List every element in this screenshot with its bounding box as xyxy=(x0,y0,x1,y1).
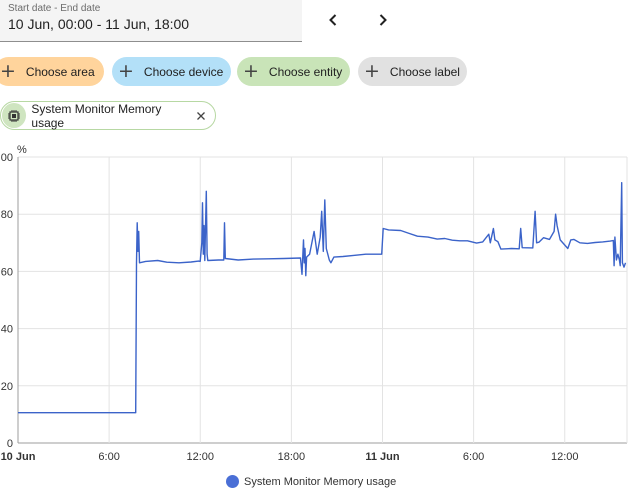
x-tick-label: 11 Jun xyxy=(365,451,400,463)
x-tick-label: 10 Jun xyxy=(1,451,36,463)
close-icon xyxy=(197,111,206,120)
x-tick-label: 6:00 xyxy=(98,451,119,463)
remove-entity-button[interactable] xyxy=(193,108,209,124)
memory-usage-chart: 0 20 40 60 80 00 10 Jun 6:00 12:00 18:00 11 Jun 6:0… xyxy=(1,144,628,463)
plus-icon: + xyxy=(364,60,380,82)
x-tick-label: 18:00 xyxy=(278,451,306,463)
date-range-picker[interactable]: Start date - End date 10 Jun, 00:00 - 11… xyxy=(0,0,302,42)
y-tick-label: 60 xyxy=(1,266,13,278)
y-tick-label: 20 xyxy=(1,381,13,393)
chip-label: Choose area xyxy=(25,64,95,79)
x-tick-label: 12:00 xyxy=(186,451,214,463)
y-tick-label: 0 xyxy=(7,438,13,450)
selected-entity-label: System Monitor Memory usage xyxy=(31,101,162,130)
y-tick-label: 00 xyxy=(1,152,13,164)
date-range-label: Start date - End date xyxy=(8,3,101,14)
choose-area-chip[interactable]: + Choose area xyxy=(0,57,104,86)
x-tick-label: 6:00 xyxy=(463,451,484,463)
chevron-left-icon xyxy=(329,14,337,26)
y-axis-unit-label: % xyxy=(17,144,27,156)
choose-label-chip[interactable]: + Choose label xyxy=(358,57,467,86)
next-period-button[interactable] xyxy=(368,6,398,34)
selected-entity-chip[interactable]: System Monitor Memory usage xyxy=(0,101,216,130)
plus-icon: + xyxy=(243,60,259,82)
chip-label: Choose device xyxy=(143,64,224,79)
chip-processor-icon xyxy=(2,103,27,128)
choose-entity-chip[interactable]: + Choose entity xyxy=(237,57,350,86)
plus-icon: + xyxy=(118,60,134,82)
plus-icon: + xyxy=(0,60,16,82)
legend-label: System Monitor Memory usage xyxy=(244,475,397,488)
chip-label: Choose entity xyxy=(268,64,343,79)
y-tick-label: 80 xyxy=(1,209,13,221)
date-range-value: 10 Jun, 00:00 - 11 Jun, 18:00 xyxy=(8,16,190,32)
choose-device-chip[interactable]: + Choose device xyxy=(112,57,231,86)
y-tick-label: 40 xyxy=(1,324,13,336)
previous-period-button[interactable] xyxy=(318,6,348,34)
legend-color-swatch xyxy=(226,475,239,488)
x-tick-label: 12:00 xyxy=(551,451,579,463)
chevron-right-icon xyxy=(379,14,387,26)
chart-legend[interactable]: System Monitor Memory usage xyxy=(226,475,396,488)
chip-label: Choose label xyxy=(389,64,460,79)
